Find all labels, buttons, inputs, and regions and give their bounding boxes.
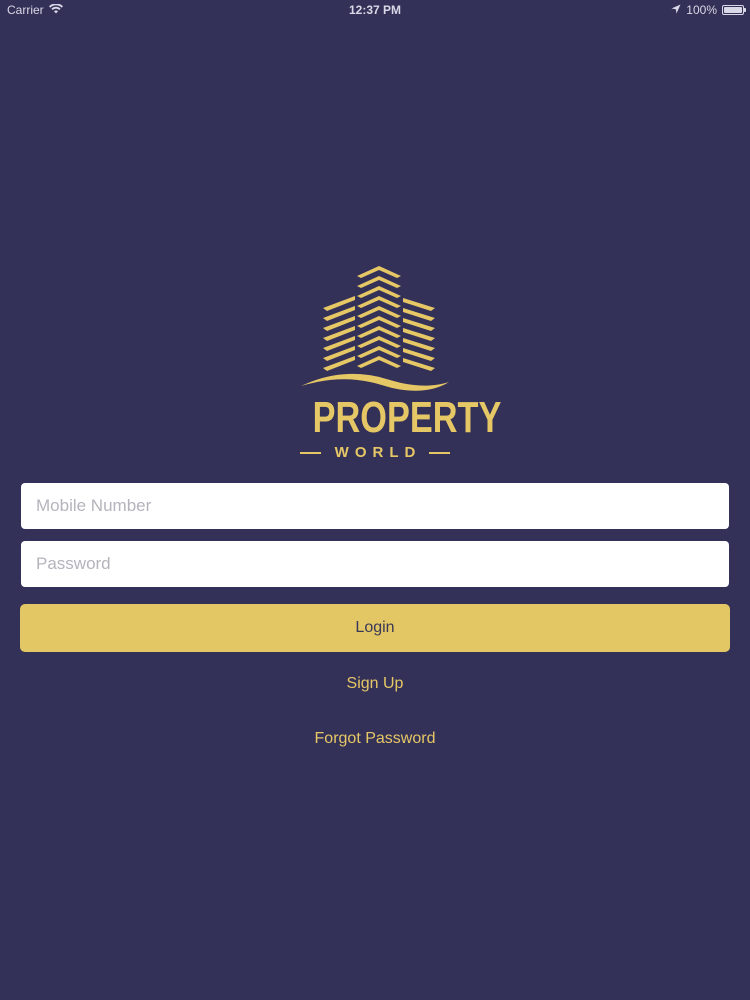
mobile-number-input[interactable] [21,483,729,529]
brand-sub-row: WORLD [300,445,450,460]
battery-fill [724,7,742,13]
brand-subtitle: WORLD [334,444,422,461]
property-world-logo: PROPERTY WORLD [295,262,502,467]
battery-percent: 100% [686,3,717,17]
brand-divider-left [300,451,321,454]
location-arrow-icon [671,3,681,17]
password-input[interactable] [21,541,729,587]
forgot-password-link[interactable]: Forgot Password [0,729,750,749]
status-time: 12:37 PM [348,3,402,17]
login-button[interactable]: Login [20,604,730,652]
buildings-logo-icon [301,266,449,391]
status-bar: Carrier 12:37 PM 100% [0,0,750,20]
brand-name: PROPERTY [312,393,502,442]
battery-icon [722,5,746,15]
sign-up-link[interactable]: Sign Up [0,674,750,694]
brand-divider-right [429,451,450,454]
status-right: 100% [671,3,746,17]
